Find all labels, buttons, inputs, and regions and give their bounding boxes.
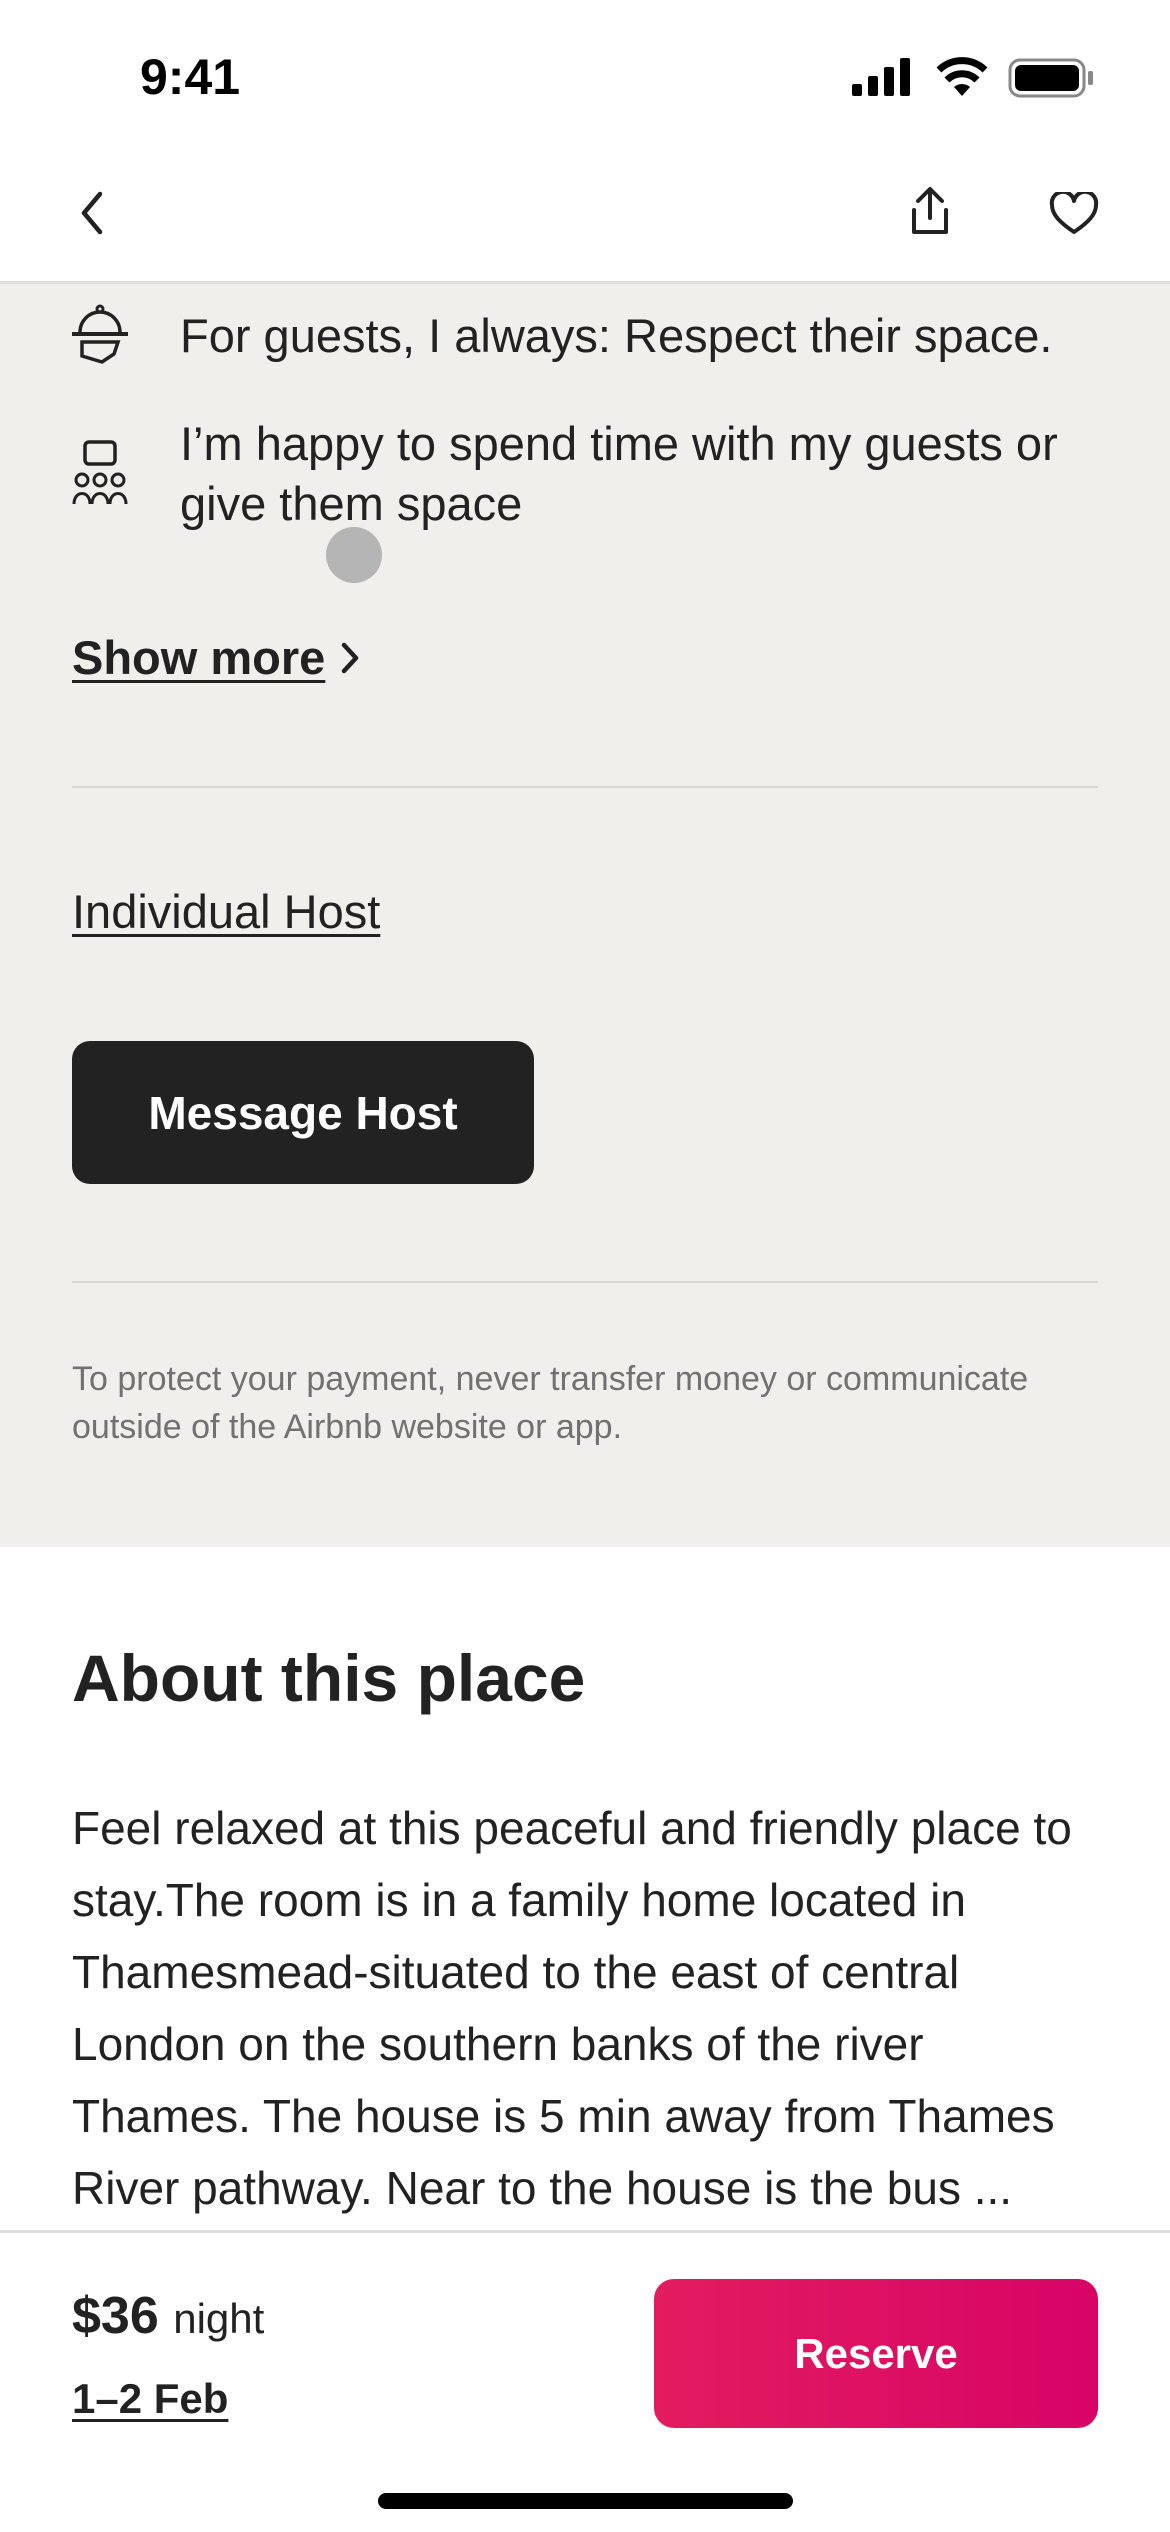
wifi-icon — [936, 57, 988, 96]
host-item-text: For guests, I always: Respect their spac… — [180, 309, 1053, 362]
touch-indicator — [326, 527, 382, 583]
people-chat-icon — [72, 440, 128, 505]
home-indicator[interactable] — [378, 2493, 793, 2509]
dates-link[interactable]: 1–2 Feb — [72, 2375, 228, 2423]
reserve-button[interactable]: Reserve — [654, 2279, 1098, 2428]
divider — [72, 786, 1098, 788]
signal-icon — [852, 58, 910, 96]
about-description: Feel relaxed at this peaceful and friend… — [72, 1802, 1072, 2214]
about-heading: About this place — [72, 1641, 586, 1715]
individual-host-link[interactable]: Individual Host — [72, 884, 380, 939]
show-more-label[interactable]: Show more — [72, 630, 325, 685]
payment-disclaimer: To protect your payment, never transfer … — [72, 1360, 1029, 1446]
top-nav-bar — [0, 150, 1170, 284]
serving-bell-icon — [72, 304, 128, 364]
chevron-right-icon — [342, 642, 359, 673]
show-more-link[interactable]: Show more — [72, 630, 361, 685]
price-unit: night — [173, 2295, 265, 2342]
chevron-left-icon[interactable] — [76, 190, 110, 236]
heart-icon[interactable] — [1049, 192, 1099, 236]
divider — [72, 1281, 1098, 1283]
battery-icon — [1008, 58, 1093, 98]
price-amount: $36 — [72, 2287, 159, 2345]
price: $36 night — [72, 2286, 264, 2346]
status-bar: 9:41 — [0, 0, 1170, 150]
share-icon[interactable] — [908, 186, 952, 236]
message-host-button[interactable]: Message Host — [72, 1041, 534, 1184]
host-item-text: I’m happy to spend time with my guests o… — [180, 417, 1058, 530]
status-time: 9:41 — [140, 49, 241, 105]
